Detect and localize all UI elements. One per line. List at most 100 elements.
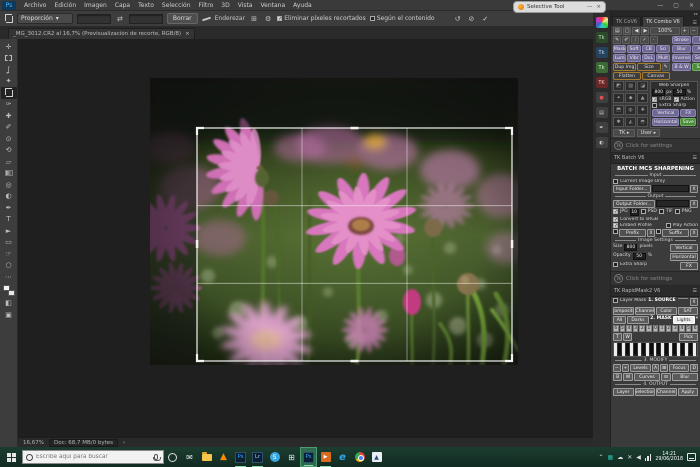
curves-button[interactable]: Curves: [634, 373, 660, 381]
ws-vertical-button[interactable]: Vertical: [652, 109, 679, 117]
menu-capa[interactable]: Capa: [111, 0, 134, 11]
shape-tool[interactable]: ▭: [1, 237, 17, 249]
layer-mask-checkbox[interactable]: [613, 298, 618, 303]
marquee-tool[interactable]: [1, 53, 17, 65]
source-clear-button[interactable]: X: [690, 298, 698, 306]
tk-rapidmask-menu-icon[interactable]: ☰: [693, 288, 697, 294]
zoom-percent-button[interactable]: 100%: [650, 27, 679, 35]
modify-a-button[interactable]: A: [652, 364, 660, 372]
save-button[interactable]: Save: [692, 63, 700, 71]
psd-checkbox[interactable]: [641, 209, 646, 214]
current-image-only-checkbox[interactable]: [613, 179, 618, 184]
batch-fx-button[interactable]: FX: [680, 262, 698, 270]
flatten-button[interactable]: Flatten: [613, 72, 641, 80]
darks-button[interactable]: Darks: [627, 316, 649, 324]
thumb-button[interactable]: ⬒: [613, 105, 624, 115]
all-button[interactable]: All: [613, 316, 626, 324]
lights-caret-icon[interactable]: ▾: [696, 316, 698, 324]
taskbar-search[interactable]: [22, 450, 164, 464]
menu-seleccion[interactable]: Selección: [158, 0, 195, 11]
adjustments-panel-icon[interactable]: ◐: [596, 137, 608, 148]
select-button[interactable]: Select: [692, 54, 700, 62]
ws-action-checkbox[interactable]: [674, 97, 679, 102]
brush-dot-button[interactable]: ·: [650, 36, 658, 44]
levels-button[interactable]: Levels: [630, 364, 651, 372]
foreground-color-swatch[interactable]: [3, 285, 10, 291]
healing-brush-tool[interactable]: ✚: [1, 110, 17, 122]
size-button[interactable]: Size: [637, 63, 660, 71]
output-layer-button[interactable]: Layer: [613, 388, 634, 396]
thumb-button[interactable]: ▲: [637, 93, 648, 103]
crop-width-input[interactable]: [77, 14, 111, 24]
ws-fx-button[interactable]: FX: [680, 109, 696, 117]
jpg-checkbox[interactable]: [613, 209, 618, 214]
zone-button[interactable]: 1: [659, 325, 665, 332]
commit-crop-icon[interactable]: ✓: [480, 15, 490, 23]
thumb-button[interactable]: ◍: [625, 105, 636, 115]
focus-button[interactable]: Focus: [669, 364, 690, 372]
edit-toolbar-button[interactable]: ⋯: [1, 271, 17, 283]
tk-batch-header[interactable]: TK Batch V6 ☰: [611, 153, 700, 164]
zoom-level[interactable]: 16,67%: [23, 440, 44, 446]
modify-w-button[interactable]: W: [623, 373, 632, 381]
modify-plus-button[interactable]: +: [622, 364, 630, 372]
screen-mode-button[interactable]: ▣: [1, 309, 17, 321]
color-button[interactable]: Color: [656, 307, 677, 315]
document-tab-close-icon[interactable]: ×: [185, 31, 190, 37]
menu-filtro[interactable]: Filtro: [195, 0, 218, 11]
taskbar-app-photoshop-active[interactable]: Ps: [300, 447, 317, 467]
menu-ventana[interactable]: Ventana: [256, 0, 289, 11]
status-arrow-icon[interactable]: ›: [123, 440, 125, 446]
batch-extra-sharp-checkbox[interactable]: [613, 262, 618, 267]
tray-app-icon[interactable]: ▦: [608, 454, 614, 461]
thumb-button[interactable]: ◭: [625, 117, 636, 127]
menu-vista[interactable]: Vista: [234, 0, 257, 11]
modify-box-button[interactable]: ⊟: [661, 373, 670, 381]
brush-check-button[interactable]: ✓: [640, 36, 648, 44]
inverse-button[interactable]: Inverse: [672, 54, 692, 62]
modify-grid-button[interactable]: ⊞: [660, 364, 668, 372]
ws-horizontal-button[interactable]: Horizontal: [652, 118, 679, 126]
batch-vertical-button[interactable]: Vertical: [670, 244, 698, 252]
file-icon[interactable]: ▢: [623, 27, 632, 35]
zone-button[interactable]: 0: [653, 325, 659, 332]
thumb-button[interactable]: ✚: [637, 105, 648, 115]
microphone-icon[interactable]: [154, 454, 158, 460]
brush-white-button[interactable]: ✐: [622, 36, 630, 44]
layers-panel-icon[interactable]: ▤: [596, 107, 608, 118]
ws-save-button[interactable]: Save: [680, 118, 696, 126]
history-brush-tool[interactable]: ⟲: [1, 145, 17, 157]
zone-piano-keys[interactable]: [613, 342, 698, 357]
zone-button[interactable]: 2: [666, 325, 672, 332]
record-panel-icon[interactable]: ●: [596, 92, 608, 103]
lasso-tool[interactable]: ʆ: [1, 64, 17, 76]
brush-tool[interactable]: ✐: [1, 122, 17, 134]
mask-button[interactable]: Mask: [613, 45, 626, 53]
prev-icon[interactable]: ◀: [632, 27, 640, 35]
taskbar-app-file-explorer[interactable]: [198, 447, 215, 467]
taskbar-app-cortana[interactable]: [164, 447, 181, 467]
prefix-checkbox[interactable]: [613, 229, 618, 234]
taskbar-app-lightroom[interactable]: Lr: [249, 447, 266, 467]
crop-box[interactable]: [197, 128, 512, 361]
taskbar-app-photos[interactable]: ▲: [368, 447, 385, 467]
zone-button[interactable]: 5: [686, 325, 692, 332]
zone-button[interactable]: 2: [639, 325, 645, 332]
dodge-tool[interactable]: ◐: [1, 191, 17, 203]
acr-button[interactable]: ACR: [692, 45, 700, 53]
ws-extra-sharp-checkbox[interactable]: [652, 103, 657, 108]
network-icon[interactable]: [645, 454, 652, 461]
start-button[interactable]: [0, 447, 22, 467]
suffix-field[interactable]: Suffix: [662, 229, 689, 237]
taskbar-app-edge[interactable]: e: [334, 447, 351, 467]
input-clear-button[interactable]: X: [690, 185, 698, 193]
selective-tool-window[interactable]: Selective Tool — ×: [513, 1, 606, 13]
ws-amount-field[interactable]: 50: [673, 89, 686, 96]
thumb-button[interactable]: ◓: [637, 117, 648, 127]
color-swatches[interactable]: [3, 285, 15, 296]
reset-crop-icon[interactable]: ↺: [453, 15, 463, 23]
png-checkbox[interactable]: [675, 209, 680, 214]
suffix-clear-button[interactable]: X: [690, 229, 698, 237]
stroke-button[interactable]: Stroke: [672, 36, 692, 44]
zone-button[interactable]: 6: [613, 325, 619, 332]
